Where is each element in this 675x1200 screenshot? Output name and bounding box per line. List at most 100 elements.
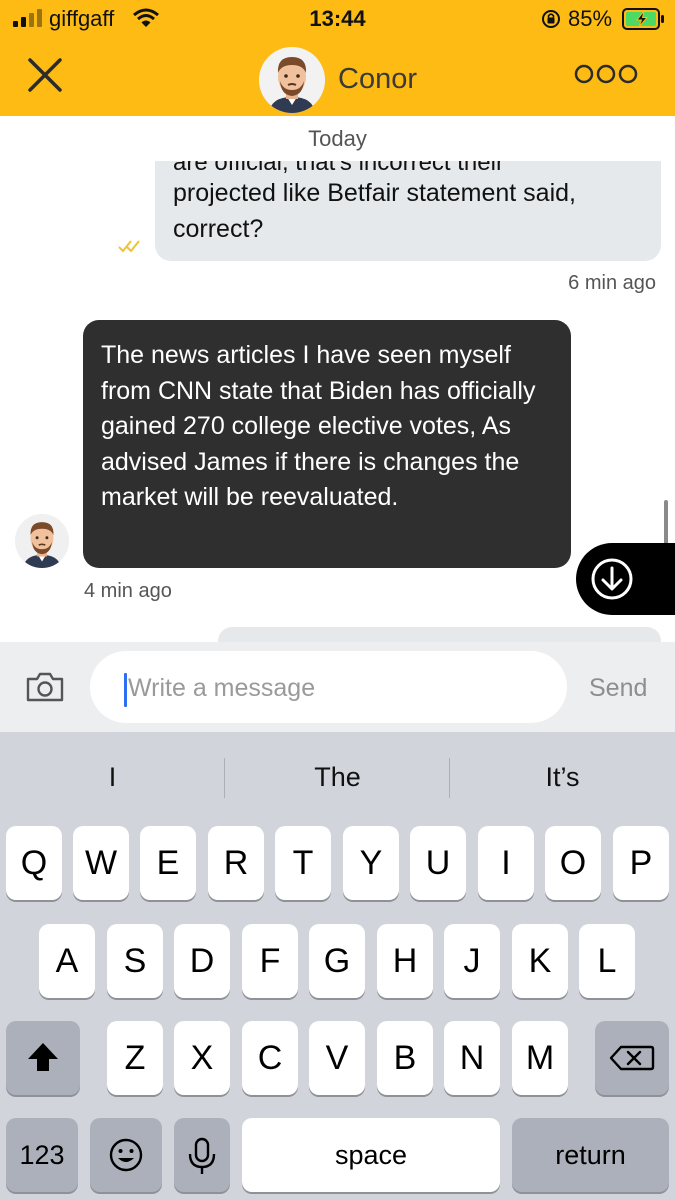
key-label: return: [555, 1140, 626, 1170]
key-p[interactable]: P: [613, 826, 669, 900]
key-r[interactable]: R: [208, 826, 264, 900]
sender-avatar[interactable]: [15, 514, 69, 568]
dictation-key[interactable]: [174, 1118, 230, 1192]
key-label: N: [459, 1039, 485, 1077]
battery-icon: [622, 8, 664, 30]
numbers-key[interactable]: 123: [6, 1118, 78, 1192]
key-label: O: [559, 844, 587, 882]
key-label: E: [156, 844, 180, 882]
key-label: F: [259, 942, 281, 980]
top-bar: giffgaff 13:44 85% Conor: [0, 0, 675, 116]
close-icon[interactable]: [22, 55, 66, 95]
key-o[interactable]: O: [545, 826, 601, 900]
more-icon[interactable]: [574, 62, 638, 86]
key-d[interactable]: D: [174, 924, 230, 998]
message-time: 4 min ago: [84, 580, 172, 602]
key-x[interactable]: X: [174, 1021, 230, 1095]
key-label: D: [189, 942, 215, 980]
key-v[interactable]: V: [309, 1021, 365, 1095]
key-label: I: [501, 844, 511, 882]
message-text: projected like Betfair statement said, c…: [173, 179, 576, 243]
keyboard: I The It’s Q W E R T Y U I O P A S D F G…: [0, 732, 675, 1200]
backspace-key[interactable]: [595, 1021, 669, 1095]
key-h[interactable]: H: [377, 924, 433, 998]
key-label: P: [629, 844, 653, 882]
text-caret: [124, 673, 127, 707]
key-label: T: [292, 844, 314, 882]
chat-area[interactable]: Today are official, that's incorrect the…: [0, 116, 675, 642]
key-label: space: [334, 1140, 408, 1170]
space-key[interactable]: space: [242, 1118, 500, 1192]
key-label: G: [323, 942, 351, 980]
scroll-down-button[interactable]: [576, 543, 675, 615]
message-placeholder: Write a message: [128, 674, 316, 702]
key-n[interactable]: N: [444, 1021, 500, 1095]
key-label: L: [597, 942, 617, 980]
key-s[interactable]: S: [107, 924, 163, 998]
date-separator: Today: [308, 126, 367, 151]
contact-name[interactable]: Conor: [338, 63, 417, 96]
key-label: Z: [124, 1039, 146, 1077]
contact-avatar[interactable]: [259, 47, 325, 113]
key-label: M: [525, 1039, 555, 1077]
key-label: V: [325, 1039, 349, 1077]
key-label: S: [123, 942, 147, 980]
outgoing-message-partial[interactable]: [218, 627, 661, 642]
orientation-lock-icon: [542, 10, 560, 28]
key-k[interactable]: K: [512, 924, 568, 998]
key-label: 123: [19, 1140, 65, 1170]
key-label: Q: [20, 844, 48, 882]
key-label: W: [84, 844, 118, 882]
avatar-image: [15, 514, 69, 568]
key-m[interactable]: M: [512, 1021, 568, 1095]
backspace-icon: [609, 1045, 655, 1071]
incoming-message[interactable]: The news articles I have seen myself fro…: [83, 320, 571, 568]
battery-percent: 85%: [568, 6, 613, 31]
key-c[interactable]: C: [242, 1021, 298, 1095]
message-time: 6 min ago: [568, 272, 656, 294]
key-g[interactable]: G: [309, 924, 365, 998]
key-label: Y: [359, 844, 383, 882]
key-a[interactable]: A: [39, 924, 95, 998]
key-u[interactable]: U: [410, 826, 466, 900]
key-l[interactable]: L: [579, 924, 635, 998]
message-input[interactable]: Write a message: [90, 651, 567, 723]
send-button[interactable]: Send: [589, 674, 647, 703]
key-label: X: [190, 1039, 214, 1077]
suggestion-3[interactable]: It’s: [450, 744, 675, 810]
key-b[interactable]: B: [377, 1021, 433, 1095]
read-ticks-icon: [118, 240, 140, 253]
scroll-down-icon: [591, 558, 633, 600]
key-label: B: [393, 1039, 417, 1077]
key-j[interactable]: J: [444, 924, 500, 998]
camera-icon[interactable]: [25, 671, 65, 703]
key-label: C: [257, 1039, 283, 1077]
key-label: A: [55, 942, 79, 980]
key-e[interactable]: E: [140, 826, 196, 900]
status-bar: giffgaff 13:44 85%: [0, 0, 675, 38]
shift-key[interactable]: [6, 1021, 80, 1095]
key-q[interactable]: Q: [6, 826, 62, 900]
key-y[interactable]: Y: [343, 826, 399, 900]
outgoing-message[interactable]: are official, that's incorrect their pro…: [155, 161, 661, 261]
suggestion-1[interactable]: I: [0, 744, 225, 810]
key-label: H: [392, 942, 418, 980]
message-composer: Write a message Send: [0, 642, 675, 732]
key-t[interactable]: T: [275, 826, 331, 900]
emoji-icon: [109, 1138, 143, 1172]
key-label: J: [463, 942, 481, 980]
key-f[interactable]: F: [242, 924, 298, 998]
microphone-icon: [188, 1137, 216, 1174]
suggestion-2[interactable]: The: [225, 744, 450, 810]
return-key[interactable]: return: [512, 1118, 669, 1192]
message-text: The news articles I have seen myself fro…: [101, 341, 536, 511]
key-label: U: [425, 844, 451, 882]
key-w[interactable]: W: [73, 826, 129, 900]
avatar-image: [259, 47, 325, 113]
key-label: K: [528, 942, 552, 980]
emoji-key[interactable]: [90, 1118, 162, 1192]
shift-icon: [28, 1043, 58, 1071]
key-z[interactable]: Z: [107, 1021, 163, 1095]
key-i[interactable]: I: [478, 826, 534, 900]
key-label: R: [223, 844, 249, 882]
